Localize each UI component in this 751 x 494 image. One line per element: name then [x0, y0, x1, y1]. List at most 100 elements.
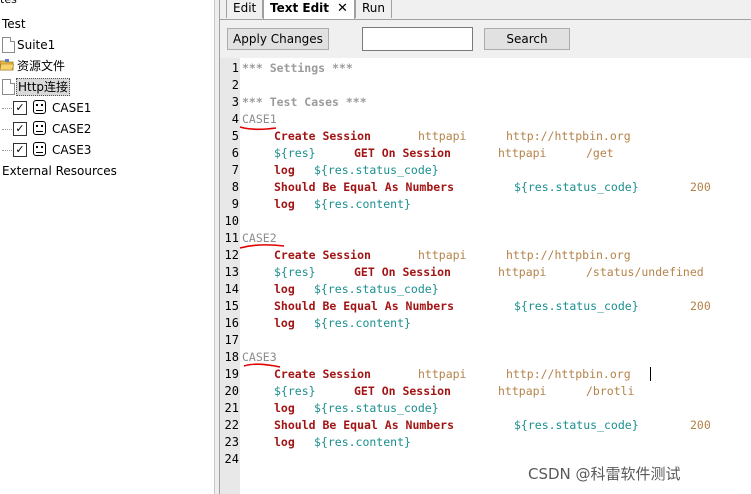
tree-item-label-selected: Http连接 — [16, 78, 71, 96]
project-tree-panel: tes Test Suite1 资源文件 Http连接 ✓ CASE1 ✓ CA… — [0, 0, 214, 494]
argument: httpapi — [498, 265, 547, 279]
line-number: 13 — [224, 265, 239, 279]
file-icon — [2, 79, 15, 95]
variable: ${res.status_code} — [514, 180, 639, 194]
keyword: Create Session — [274, 129, 371, 143]
line-number: 8 — [231, 180, 239, 194]
tree-item-resource-folder[interactable]: 资源文件 — [0, 56, 200, 76]
tab-run[interactable]: Run — [355, 0, 393, 18]
line-number: 22 — [224, 418, 239, 432]
variable: ${res} — [274, 265, 316, 279]
line-number: 14 — [224, 282, 239, 296]
argument: httpapi — [498, 146, 547, 160]
robot-icon — [33, 142, 46, 156]
tree-item-label: 资源文件 — [17, 59, 66, 73]
keyword: log — [274, 197, 295, 211]
tab-text-edit[interactable]: Text Edit ✕ — [263, 0, 355, 19]
settings-header: *** Settings *** — [242, 61, 353, 75]
robot-icon — [33, 121, 46, 135]
argument: http://httpbin.org — [506, 248, 631, 262]
variable: ${res.content} — [314, 197, 411, 211]
line-number: 24 — [224, 452, 239, 466]
variable: ${res.status_code} — [314, 401, 439, 415]
tree-item-suite1[interactable]: Suite1 — [0, 35, 200, 55]
line-number: 12 — [224, 248, 239, 262]
folder-icon — [0, 59, 14, 71]
argument: /status/undefined — [586, 265, 704, 279]
tab-label: Text Edit — [270, 1, 330, 15]
line-number: 16 — [224, 316, 239, 330]
argument: 200 — [690, 418, 711, 432]
apply-changes-button[interactable]: Apply Changes — [227, 28, 329, 50]
tree-item-label: CASE3 — [52, 143, 92, 157]
argument: http://httpbin.org — [506, 367, 631, 381]
close-icon[interactable]: ✕ — [337, 1, 348, 16]
tab-edit[interactable]: Edit — [226, 0, 264, 18]
line-number: 19 — [224, 367, 239, 381]
variable: ${res.content} — [314, 435, 411, 449]
tree-item-case2[interactable]: ✓ CASE2 — [0, 119, 200, 139]
test-cases-header: *** Test Cases *** — [242, 95, 367, 109]
argument: httpapi — [418, 129, 467, 143]
argument: 200 — [690, 180, 711, 194]
editor-toolbar: Apply Changes Search — [220, 20, 751, 58]
line-number: 1 — [231, 61, 239, 75]
tab-bar: Edit Text Edit ✕ Run — [220, 0, 751, 20]
keyword: log — [274, 435, 295, 449]
variable: ${res.content} — [314, 316, 411, 330]
keyword: log — [274, 282, 295, 296]
keyword: log — [274, 163, 295, 177]
keyword: GET On Session — [354, 265, 451, 279]
line-number: 5 — [231, 129, 239, 143]
variable: ${res.status_code} — [314, 282, 439, 296]
case-checkbox[interactable]: ✓ — [13, 101, 27, 115]
editor-panel: Edit Text Edit ✕ Run Apply Changes Search… — [220, 0, 751, 494]
red-underline-annotation — [243, 363, 281, 368]
line-number: 11 — [224, 231, 239, 245]
argument: 200 — [690, 299, 711, 313]
tree-item-http-resource[interactable]: Http连接 — [0, 77, 200, 97]
tree-item-case1[interactable]: ✓ CASE1 — [0, 98, 200, 118]
argument: httpapi — [498, 384, 547, 398]
tree-connector — [2, 150, 12, 151]
tree-item-label: External Resources — [2, 164, 117, 178]
keyword: log — [274, 401, 295, 415]
line-number: 23 — [224, 435, 239, 449]
tree-connector — [2, 129, 12, 130]
line-number: 2 — [231, 78, 239, 92]
line-number: 6 — [231, 146, 239, 160]
tree-item-test-root[interactable]: Test — [2, 14, 26, 34]
line-number: 7 — [231, 163, 239, 177]
red-underline-annotation — [239, 244, 285, 249]
line-number: 20 — [224, 384, 239, 398]
tree-item-external-resources[interactable]: External Resources — [2, 161, 117, 181]
search-input[interactable] — [362, 27, 473, 51]
line-number: 3 — [231, 95, 239, 109]
panel-title: tes — [0, 0, 17, 6]
line-number: 21 — [224, 401, 239, 415]
argument: /brotli — [586, 384, 635, 398]
keyword: Should Be Equal As Numbers — [274, 299, 455, 313]
line-number: 4 — [231, 112, 239, 126]
line-number: 18 — [224, 350, 239, 364]
text-editor[interactable]: 1 2 3 4 5 6 7 8 9 10 11 12 13 14 15 16 1… — [220, 58, 751, 494]
line-number-gutter: 1 2 3 4 5 6 7 8 9 10 11 12 13 14 15 16 1… — [220, 58, 240, 494]
tree-connector — [2, 108, 12, 109]
tree-item-label: CASE2 — [52, 122, 92, 136]
tree-item-label: Suite1 — [17, 38, 56, 52]
case-checkbox[interactable]: ✓ — [13, 122, 27, 136]
argument: /get — [586, 146, 614, 160]
watermark-text: CSDN @科雷软件测试 — [528, 465, 681, 483]
case-checkbox[interactable]: ✓ — [13, 143, 27, 157]
keyword: Create Session — [274, 367, 371, 381]
argument: http://httpbin.org — [506, 129, 631, 143]
variable: ${res} — [274, 146, 316, 160]
tree-item-label: Test — [2, 17, 26, 31]
line-number: 10 — [224, 214, 239, 228]
tree-item-case3[interactable]: ✓ CASE3 — [0, 140, 200, 160]
search-button[interactable]: Search — [484, 28, 570, 50]
text-caret — [650, 367, 651, 381]
variable: ${res.status_code} — [514, 418, 639, 432]
variable: ${res.status_code} — [514, 299, 639, 313]
tab-label: Edit — [233, 1, 257, 15]
